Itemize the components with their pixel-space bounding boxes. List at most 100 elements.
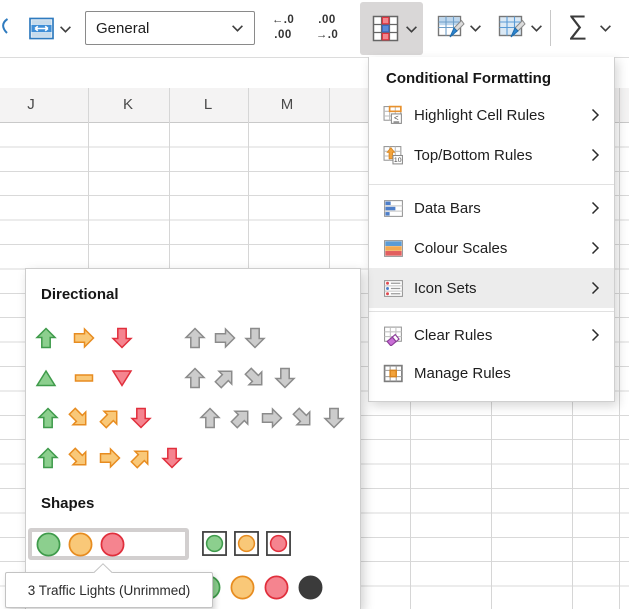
chevron-down-icon[interactable] [59, 25, 72, 34]
number-format-value: General [96, 20, 231, 37]
merge-cells-button[interactable] [28, 15, 55, 47]
red-down-arrow-icon [110, 326, 134, 350]
gray-down-arrow-icon [273, 366, 297, 390]
manage-rules-icon [383, 363, 405, 383]
conditional-formatting-button[interactable] [360, 2, 423, 55]
gray-se-arrow-icon [238, 361, 272, 395]
directional-section-title: Directional [41, 286, 119, 303]
green-circle-icon [35, 531, 62, 558]
shapes-section-title: Shapes [41, 495, 94, 512]
menu-item-label: Colour Scales [414, 240, 591, 257]
conditional-formatting-icon [372, 15, 399, 42]
green-up-arrow-icon [36, 446, 60, 470]
data-bars-icon [383, 198, 405, 218]
green-up-arrow-icon [34, 326, 58, 350]
gray-se-arrow-icon [286, 401, 320, 435]
iconset-3-traffic-lights-rimmed[interactable] [201, 530, 292, 557]
decrease-decimal-button[interactable]: .00 →.0 [305, 13, 349, 43]
orange-ne-arrow-icon [93, 401, 127, 435]
chevron-down-icon [231, 24, 244, 33]
menu-item-clear-rules[interactable]: Clear Rules [369, 315, 614, 355]
column-header-l[interactable]: L [204, 96, 212, 113]
menu-item-label: Data Bars [414, 200, 591, 217]
column-header-m[interactable]: M [281, 96, 294, 113]
menu-item-label: Manage Rules [414, 365, 600, 382]
menu-item-highlight-cell-rules[interactable]: < Highlight Cell Rules [369, 95, 614, 135]
menu-item-label: Clear Rules [414, 327, 591, 344]
gray-down-arrow-icon [243, 326, 267, 350]
iconset-3-triangles[interactable] [34, 366, 134, 390]
gray-down-arrow-icon [322, 406, 346, 430]
colour-scales-icon [383, 238, 405, 258]
increase-decimal-button[interactable]: ←.0 .00 [261, 13, 305, 43]
gray-ne-arrow-icon [208, 361, 242, 395]
orange-dash-icon [72, 366, 96, 390]
iconset-3-arrows-gray[interactable] [183, 326, 267, 350]
highlight-cell-rules-icon: < [383, 105, 405, 125]
red-down-arrow-icon [129, 406, 153, 430]
tooltip: 3 Traffic Lights (Unrimmed) [5, 572, 213, 608]
menu-item-label: Highlight Cell Rules [414, 107, 591, 124]
submenu-arrow-icon [591, 328, 600, 342]
chevron-down-icon [405, 25, 418, 34]
iconset-5-arrows-coloured[interactable] [36, 446, 184, 470]
tooltip-caret [93, 563, 113, 573]
red-circle-icon [99, 531, 126, 558]
icon-sets-submenu: Directional [25, 268, 361, 609]
submenu-arrow-icon [591, 108, 600, 122]
submenu-arrow-icon [591, 148, 600, 162]
clipped-toolbar-icon [0, 17, 9, 35]
tooltip-text: 3 Traffic Lights (Unrimmed) [28, 583, 191, 598]
gray-up-arrow-icon [198, 406, 222, 430]
svg-text:10: 10 [394, 157, 402, 164]
top-bottom-rules-icon: 10 [383, 145, 405, 165]
iconset-5-arrows-gray[interactable] [198, 406, 346, 430]
orange-ne-arrow-icon [124, 441, 158, 475]
gray-ne-arrow-icon [224, 401, 258, 435]
submenu-arrow-icon [591, 241, 600, 255]
iconset-4-arrows-gray[interactable] [183, 366, 297, 390]
ribbon-toolbar: General ←.0 .00 .00 →.0 [0, 0, 629, 58]
menu-title: Conditional Formatting [386, 70, 551, 87]
clear-rules-icon [383, 325, 405, 345]
format-as-table-button[interactable] [437, 14, 465, 47]
red-down-arrow-icon [160, 446, 184, 470]
iconset-3-arrows-coloured[interactable] [34, 326, 134, 350]
red-circle-icon [263, 574, 290, 601]
gray-right-arrow-icon [213, 326, 237, 350]
gray-up-arrow-icon [183, 326, 207, 350]
amber-rimmed-light-icon [233, 530, 260, 557]
menu-item-manage-rules[interactable]: Manage Rules [369, 353, 614, 393]
column-header-j[interactable]: J [27, 96, 35, 113]
menu-separator [369, 184, 614, 185]
chevron-down-icon[interactable] [530, 24, 543, 33]
menu-separator [369, 311, 614, 312]
merge-cells-icon [28, 15, 55, 42]
green-up-arrow-icon [36, 406, 60, 430]
menu-item-colour-scales[interactable]: Colour Scales [369, 228, 614, 268]
chevron-down-icon[interactable] [599, 24, 612, 33]
number-format-select[interactable]: General [85, 11, 255, 45]
black-circle-icon [297, 574, 324, 601]
amber-circle-icon [67, 531, 94, 558]
gray-right-arrow-icon [260, 406, 284, 430]
column-header-k[interactable]: K [123, 96, 133, 113]
conditional-formatting-menu: Conditional Formatting < Highlight Cell … [368, 57, 615, 402]
gray-up-arrow-icon [183, 366, 207, 390]
menu-item-label: Icon Sets [414, 280, 591, 297]
icon-sets-icon [383, 278, 405, 298]
orange-se-arrow-icon [62, 441, 96, 475]
iconset-3-traffic-lights-unrimmed-selected[interactable] [28, 528, 189, 560]
excel-window: J K L M [0, 0, 629, 609]
autosum-button[interactable]: ∑ [568, 10, 587, 41]
menu-item-data-bars[interactable]: Data Bars [369, 188, 614, 228]
iconset-4-traffic-lights[interactable] [195, 574, 324, 601]
menu-item-icon-sets[interactable]: Icon Sets [369, 268, 614, 308]
amber-circle-icon [229, 574, 256, 601]
orange-right-arrow-icon [72, 326, 96, 350]
cell-styles-button[interactable] [498, 14, 526, 47]
menu-item-top-bottom-rules[interactable]: 10 Top/Bottom Rules [369, 135, 614, 175]
chevron-down-icon[interactable] [469, 24, 482, 33]
iconset-4-arrows-coloured[interactable] [36, 406, 153, 430]
orange-right-arrow-icon [98, 446, 122, 470]
